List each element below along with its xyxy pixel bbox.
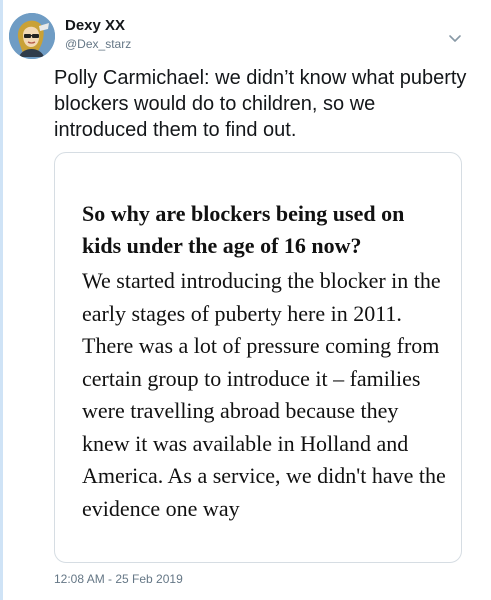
chevron-down-icon xyxy=(449,35,461,42)
attached-image-card[interactable]: So why are blockers being used on kids u… xyxy=(54,152,462,563)
tweet-text: Polly Carmichael: we didn’t know what pu… xyxy=(54,67,467,141)
tweet-menu-button[interactable] xyxy=(448,30,462,42)
card-content: So why are blockers being used on kids u… xyxy=(82,198,447,525)
avatar-illustration xyxy=(9,13,55,59)
user-handle[interactable]: @Dex_starz xyxy=(65,36,131,52)
card-heading: So why are blockers being used on kids u… xyxy=(82,201,405,258)
display-name[interactable]: Dexy XX xyxy=(65,17,131,35)
card-body-text: We started introducing the blocker in th… xyxy=(82,268,446,521)
tweet-author: Dexy XX @Dex_starz xyxy=(65,17,131,52)
avatar[interactable] xyxy=(9,13,55,59)
thread-connector-line xyxy=(0,0,3,600)
tweet-timestamp[interactable]: 12:08 AM - 25 Feb 2019 xyxy=(54,572,183,586)
